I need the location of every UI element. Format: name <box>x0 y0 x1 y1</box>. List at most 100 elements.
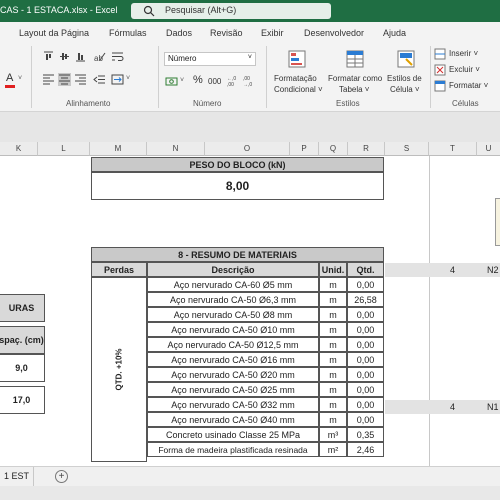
menu-review[interactable]: Revisão <box>210 28 243 38</box>
table-row[interactable]: Aço nervurado CA-60 Ø5 mm m 0,00 <box>147 277 384 292</box>
insert-button[interactable]: Inserir ˅ <box>434 48 494 61</box>
alignment-group-label: Alinhamento <box>66 99 111 108</box>
table-row[interactable]: Aço nervurado CA-50 Ø16 mm m 0,00 <box>147 352 384 367</box>
conditional-format-button[interactable]: Formatação Condicional ˅ <box>270 48 324 96</box>
wrap-text-icon[interactable] <box>111 50 124 63</box>
material-unit: m <box>319 382 347 397</box>
number-format-value: Número <box>168 54 197 63</box>
table-row[interactable]: Concreto usinado Classe 25 MPa m³ 0,35 <box>147 427 384 442</box>
thousands-button[interactable]: 000 <box>208 77 221 86</box>
table-row[interactable]: Aço nervurado CA-50 Ø8 mm m 0,00 <box>147 307 384 322</box>
menu-formulas[interactable]: Fórmulas <box>109 28 147 38</box>
column-header-s[interactable]: S <box>385 142 429 156</box>
format-as-table-button[interactable]: Formatar como Tabela ˅ <box>326 48 384 96</box>
column-header-o[interactable]: O <box>205 142 290 156</box>
search-box[interactable]: Pesquisar (Alt+G) <box>131 3 331 19</box>
menu-help[interactable]: Ajuda <box>383 28 406 38</box>
font-color-letter: A <box>6 72 14 84</box>
column-header-m[interactable]: M <box>90 142 147 156</box>
column-header-k[interactable]: K <box>0 142 38 156</box>
increase-decimal-icon[interactable]: ←,0,00 <box>227 74 240 87</box>
align-center-icon[interactable] <box>58 73 71 86</box>
sheet-tab[interactable]: 1 EST <box>4 471 29 481</box>
menu-view[interactable]: Exibir <box>261 28 284 38</box>
align-left-icon[interactable] <box>42 73 55 86</box>
currency-icon[interactable] <box>165 75 178 88</box>
material-qty: 0,00 <box>347 412 384 427</box>
styles-group-label: Estilos <box>336 99 360 108</box>
table-row[interactable]: Aço nervurado CA-50 Ø32 mm m 0,00 <box>147 397 384 412</box>
material-description: Aço nervurado CA-50 Ø6,3 mm <box>147 292 319 307</box>
font-color-button[interactable]: A ˅ <box>4 72 24 88</box>
menu-developer[interactable]: Desenvolvedor <box>304 28 364 38</box>
column-header-t[interactable]: T <box>429 142 477 156</box>
perdas-label: QTD. +10% <box>114 348 124 391</box>
column-header-l[interactable]: L <box>38 142 90 156</box>
percent-button[interactable]: % <box>193 74 203 86</box>
column-header-u[interactable]: U <box>477 142 500 156</box>
material-description: Aço nervurado CA-50 Ø12,5 mm <box>147 337 319 352</box>
decrease-indent-icon[interactable] <box>93 73 106 86</box>
cell-styles-icon <box>397 50 415 68</box>
search-icon <box>143 5 155 17</box>
header-perdas: Perdas <box>91 262 147 277</box>
material-description: Aço nervurado CA-50 Ø25 mm <box>147 382 319 397</box>
tab-divider <box>33 467 34 487</box>
ribbon-divider <box>430 46 431 108</box>
perdas-cell[interactable]: QTD. +10% <box>91 277 147 462</box>
format-button[interactable]: Formatar ˅ <box>434 80 496 93</box>
right-cell-t1[interactable]: 4 <box>450 265 455 275</box>
insert-cells-icon <box>434 48 446 60</box>
material-unit: m <box>319 322 347 337</box>
align-right-icon[interactable] <box>74 73 87 86</box>
menu-data[interactable]: Dados <box>166 28 192 38</box>
number-group-label: Número <box>193 99 222 108</box>
left-table-value-2[interactable]: 17,0 <box>0 386 45 414</box>
material-unit: m <box>319 397 347 412</box>
peso-value[interactable]: 8,00 <box>91 172 384 200</box>
header-descricao: Descrição <box>147 262 319 277</box>
delete-button[interactable]: Excluir ˅ <box>434 64 494 77</box>
svg-text:→,0: →,0 <box>243 82 252 87</box>
table-row[interactable]: Aço nervurado CA-50 Ø6,3 mm m 26,58 <box>147 292 384 307</box>
merge-center-icon[interactable] <box>111 73 124 86</box>
column-header-n[interactable]: N <box>147 142 205 156</box>
right-cell-u2[interactable]: N1 <box>487 402 499 412</box>
number-format-select[interactable]: Número ˅ <box>164 52 256 66</box>
material-description: Aço nervurado CA-60 Ø5 mm <box>147 277 319 292</box>
table-row[interactable]: Aço nervurado CA-50 Ø10 mm m 0,00 <box>147 322 384 337</box>
chevron-down-icon: ˅ <box>180 77 185 84</box>
table-row[interactable]: Aço nervurado CA-50 Ø12,5 mm m 0,00 <box>147 337 384 352</box>
decrease-decimal-icon[interactable]: ,00→,0 <box>243 74 256 87</box>
drawing-shape[interactable] <box>495 198 500 246</box>
left-table-value-1[interactable]: 9,0 <box>0 354 45 382</box>
sheet-tab-bar: 1 EST + <box>0 466 500 487</box>
right-cell-t2[interactable]: 4 <box>450 402 455 412</box>
worksheet-grid[interactable]: PESO DO BLOCO (kN) 8,00 URAS spaç. (cm) … <box>0 156 500 466</box>
menu-page-layout[interactable]: Layout da Página <box>19 28 89 38</box>
align-middle-icon[interactable] <box>58 50 71 63</box>
orientation-icon[interactable]: ab <box>93 50 106 63</box>
material-qty: 0,00 <box>347 352 384 367</box>
add-sheet-button[interactable]: + <box>55 470 68 483</box>
material-qty: 0,00 <box>347 382 384 397</box>
table-row[interactable]: Aço nervurado CA-50 Ø20 mm m 0,00 <box>147 367 384 382</box>
svg-text:ab: ab <box>94 54 103 63</box>
material-description: Aço nervurado CA-50 Ø16 mm <box>147 352 319 367</box>
svg-text:,00: ,00 <box>227 82 234 87</box>
align-top-icon[interactable] <box>42 50 55 63</box>
material-qty: 26,58 <box>347 292 384 307</box>
table-row[interactable]: Forma de madeira plastificada resinada m… <box>147 442 384 457</box>
column-header-r[interactable]: R <box>348 142 385 156</box>
column-header-q[interactable]: Q <box>319 142 348 156</box>
table-row[interactable]: Aço nervurado CA-50 Ø25 mm m 0,00 <box>147 382 384 397</box>
cell-styles-button[interactable]: Estilos de Célula ˅ <box>386 48 426 96</box>
column-header-p[interactable]: P <box>290 142 319 156</box>
material-description: Aço nervurado CA-50 Ø10 mm <box>147 322 319 337</box>
material-qty: 0,00 <box>347 337 384 352</box>
table-row[interactable]: Aço nervurado CA-50 Ø40 mm m 0,00 <box>147 412 384 427</box>
align-bottom-icon[interactable] <box>74 50 87 63</box>
ribbon-divider <box>158 46 159 108</box>
right-cell-u1[interactable]: N2 <box>487 265 499 275</box>
title-bar: CAS - 1 ESTACA.xlsx - Excel Pesquisar (A… <box>0 0 500 22</box>
